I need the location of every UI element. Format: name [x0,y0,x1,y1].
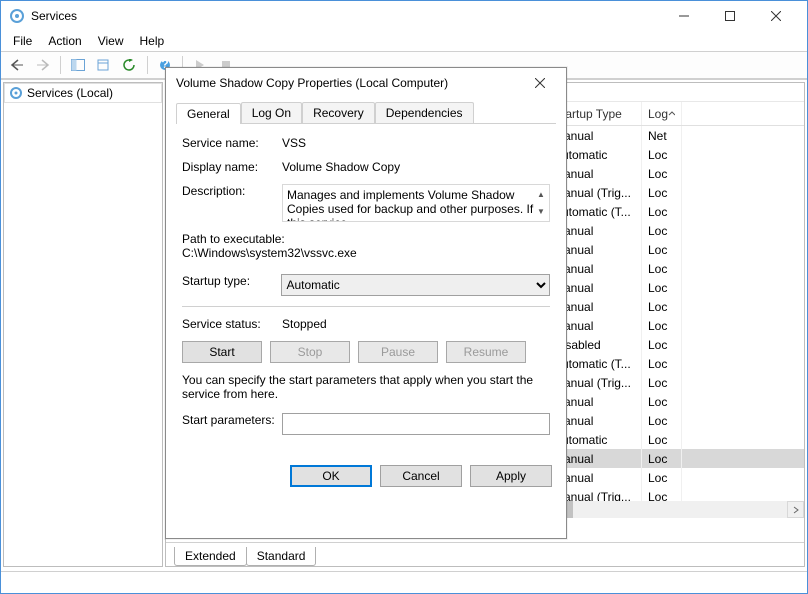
ok-button[interactable]: OK [290,465,372,487]
display-name-label: Display name: [182,160,282,174]
back-button[interactable] [5,54,29,76]
path-value: C:\Windows\system32\vssvc.exe [182,246,550,260]
view-tabs: Extended Standard [166,542,804,566]
window-title: Services [31,9,661,23]
service-status-value: Stopped [282,317,550,331]
services-icon [9,8,25,24]
start-params-hint: You can specify the start parameters tha… [182,373,550,401]
menubar: File Action View Help [1,31,807,51]
description-box[interactable]: Manages and implements Volume Shadow Cop… [282,184,550,222]
tab-general[interactable]: General [176,103,241,124]
properties-dialog: Volume Shadow Copy Properties (Local Com… [165,67,567,539]
gear-icon [9,86,23,100]
description-text: Manages and implements Volume Shadow Cop… [287,188,533,222]
tree-root-label[interactable]: Services (Local) [27,86,113,100]
startup-type-select[interactable]: Automatic [281,274,550,296]
service-status-label: Service status: [182,317,282,331]
statusbar [1,571,807,593]
refresh-button[interactable] [118,54,142,76]
path-label: Path to executable: [182,232,550,246]
tab-panel-general: Service name: VSS Display name: Volume S… [176,123,556,451]
start-params-label: Start parameters: [182,413,282,427]
services-window: Services File Action View Help ? Service… [0,0,808,594]
export-list-button[interactable] [92,54,116,76]
dialog-tabs: General Log On Recovery Dependencies [166,98,566,123]
dialog-close-button[interactable] [524,70,556,96]
show-hide-tree-button[interactable] [66,54,90,76]
dialog-titlebar[interactable]: Volume Shadow Copy Properties (Local Com… [166,68,566,98]
titlebar: Services [1,1,807,31]
startup-type-label: Startup type: [182,274,281,288]
apply-button[interactable]: Apply [470,465,552,487]
service-name-value: VSS [282,136,550,150]
tab-recovery[interactable]: Recovery [302,102,375,123]
scroll-right-button[interactable] [787,501,804,518]
menu-file[interactable]: File [13,34,32,48]
pause-button[interactable]: Pause [358,341,438,363]
close-button[interactable] [753,1,799,31]
tree-pane: Services (Local) [3,82,163,567]
start-params-input[interactable] [282,413,550,435]
tab-standard[interactable]: Standard [246,547,317,566]
description-scroll[interactable]: ▲▼ [534,186,548,220]
menu-help[interactable]: Help [140,34,165,48]
stop-button[interactable]: Stop [270,341,350,363]
tab-dependencies[interactable]: Dependencies [375,102,474,123]
menu-action[interactable]: Action [48,34,81,48]
col-logon[interactable]: Log [642,102,682,125]
tab-extended[interactable]: Extended [174,547,247,566]
display-name-value: Volume Shadow Copy [282,160,550,174]
tab-logon[interactable]: Log On [241,102,302,123]
start-button[interactable]: Start [182,341,262,363]
description-label: Description: [182,184,282,198]
resume-button[interactable]: Resume [446,341,526,363]
dialog-title: Volume Shadow Copy Properties (Local Com… [176,76,524,90]
forward-button[interactable] [31,54,55,76]
tree-header: Services (Local) [4,83,162,103]
minimize-button[interactable] [661,1,707,31]
cancel-button[interactable]: Cancel [380,465,462,487]
service-name-label: Service name: [182,136,282,150]
menu-view[interactable]: View [98,34,124,48]
maximize-button[interactable] [707,1,753,31]
